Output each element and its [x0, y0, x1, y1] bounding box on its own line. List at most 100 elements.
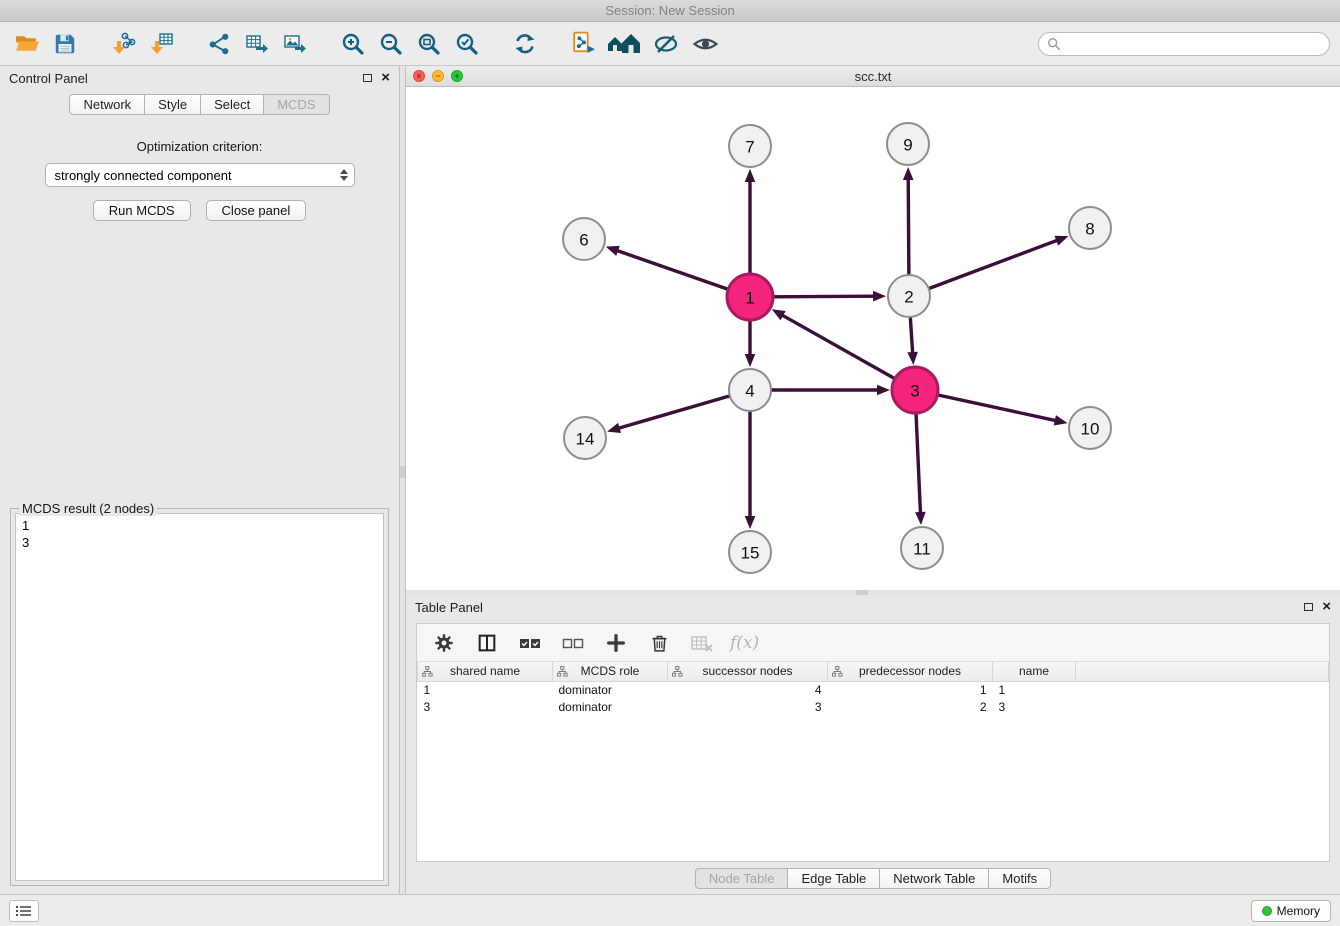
memory-button[interactable]: Memory: [1251, 900, 1331, 922]
import-table-button[interactable]: [144, 27, 178, 61]
gear-icon: [433, 632, 455, 654]
zoom-fit-button[interactable]: [412, 27, 446, 61]
float-panel-icon[interactable]: [363, 74, 372, 82]
graph-edge[interactable]: [745, 320, 756, 367]
tab-style[interactable]: Style: [144, 94, 201, 115]
table-cell[interactable]: 1: [828, 681, 993, 698]
table-cell[interactable]: 4: [668, 681, 828, 698]
graph-edge[interactable]: [907, 317, 918, 365]
graph-node[interactable]: 11: [901, 527, 943, 569]
splitter-grip[interactable]: [400, 466, 405, 478]
export-image-button[interactable]: [278, 27, 312, 61]
delete-column-button[interactable]: [644, 628, 674, 658]
graph-edge[interactable]: [772, 309, 895, 378]
column-header-name[interactable]: name: [993, 662, 1076, 681]
column-header-shared-name[interactable]: shared name: [418, 662, 553, 681]
save-session-button[interactable]: [48, 27, 82, 61]
optimization-criterion-select[interactable]: strongly connected component: [45, 163, 355, 187]
graph-edge[interactable]: [606, 246, 729, 290]
table-cell[interactable]: 3: [668, 698, 828, 715]
graph-node[interactable]: 2: [888, 275, 930, 317]
search-input[interactable]: [1066, 37, 1321, 51]
graph-edge[interactable]: [915, 413, 926, 525]
horizontal-splitter[interactable]: [405, 590, 1340, 595]
graph-node[interactable]: 10: [1069, 407, 1111, 449]
graph-node[interactable]: 1: [727, 274, 773, 320]
graph-edge[interactable]: [903, 167, 914, 275]
delete-table-button[interactable]: [687, 628, 717, 658]
zoom-selected-button[interactable]: [450, 27, 484, 61]
table-cell[interactable]: 2: [828, 698, 993, 715]
tab-network[interactable]: Network: [69, 94, 145, 115]
eye-button[interactable]: [688, 27, 722, 61]
task-history-button[interactable]: [9, 900, 39, 922]
close-panel-button[interactable]: Close panel: [206, 200, 307, 221]
network-share-button[interactable]: [202, 27, 236, 61]
table-cell[interactable]: dominator: [553, 698, 668, 715]
vertical-splitter[interactable]: [400, 66, 405, 894]
column-header-successor-nodes[interactable]: successor nodes: [668, 662, 828, 681]
style-paint-button[interactable]: [650, 27, 684, 61]
close-panel-icon[interactable]: ×: [1322, 601, 1331, 613]
copy-network-view-button[interactable]: [566, 27, 600, 61]
tab-select[interactable]: Select: [200, 94, 264, 115]
table-cell[interactable]: 1: [993, 681, 1076, 698]
table-settings-button[interactable]: [429, 628, 459, 658]
network-graph[interactable]: 7 9 6 8 1 2 4 3 14 10 15 11: [406, 87, 1340, 590]
graph-edge[interactable]: [773, 291, 886, 302]
table-row[interactable]: 1dominator411: [418, 681, 1329, 698]
graph-node[interactable]: 6: [563, 218, 605, 260]
save-icon: [53, 32, 77, 56]
table-cell[interactable]: dominator: [553, 681, 668, 698]
svg-text:3: 3: [910, 382, 919, 401]
houses-icon: [606, 31, 644, 57]
graph-edge[interactable]: [745, 411, 756, 529]
svg-text:6: 6: [579, 231, 588, 250]
tab-mcds[interactable]: MCDS: [263, 94, 329, 115]
zoom-out-button[interactable]: [374, 27, 408, 61]
table-cell[interactable]: 3: [993, 698, 1076, 715]
tab-edge-table[interactable]: Edge Table: [787, 868, 880, 889]
unselect-all-button[interactable]: [558, 628, 588, 658]
open-session-button[interactable]: [10, 27, 44, 61]
function-builder-button[interactable]: f(x): [730, 628, 759, 658]
graph-node[interactable]: 14: [564, 417, 606, 459]
run-mcds-button[interactable]: Run MCDS: [93, 200, 191, 221]
tab-node-table[interactable]: Node Table: [695, 868, 789, 889]
tab-motifs[interactable]: Motifs: [988, 868, 1051, 889]
graph-node[interactable]: 9: [887, 123, 929, 165]
column-header-predecessor-nodes[interactable]: predecessor nodes: [828, 662, 993, 681]
mcds-result-list[interactable]: 13: [15, 513, 384, 881]
table-row[interactable]: 3dominator323: [418, 698, 1329, 715]
graph-edge[interactable]: [607, 396, 730, 433]
create-column-button[interactable]: [601, 628, 631, 658]
table-cell: [1076, 698, 1329, 715]
select-all-button[interactable]: [515, 628, 545, 658]
table-panel-header: Table Panel ×: [406, 595, 1340, 619]
table-cell[interactable]: 3: [418, 698, 553, 715]
graph-edge[interactable]: [937, 395, 1067, 426]
tab-network-table[interactable]: Network Table: [879, 868, 989, 889]
zoom-in-button[interactable]: [336, 27, 370, 61]
graph-edge[interactable]: [771, 385, 890, 396]
network-canvas[interactable]: 7 9 6 8 1 2 4 3 14 10 15 11: [406, 87, 1340, 590]
table-cell[interactable]: 1: [418, 681, 553, 698]
mcds-result-item[interactable]: 3: [22, 534, 377, 551]
graph-node[interactable]: 8: [1069, 207, 1111, 249]
export-table-button[interactable]: [240, 27, 274, 61]
import-network-button[interactable]: [106, 27, 140, 61]
refresh-button[interactable]: [508, 27, 542, 61]
float-panel-icon[interactable]: [1304, 603, 1313, 611]
graph-node[interactable]: 15: [729, 531, 771, 573]
splitter-grip[interactable]: [856, 590, 868, 595]
graph-edge[interactable]: [929, 236, 1069, 289]
graph-edge[interactable]: [745, 169, 756, 274]
show-columns-button[interactable]: [472, 628, 502, 658]
graph-node[interactable]: 4: [729, 369, 771, 411]
mcds-result-item[interactable]: 1: [22, 517, 377, 534]
graph-node[interactable]: 7: [729, 125, 771, 167]
close-panel-icon[interactable]: ×: [381, 72, 390, 84]
column-header-mcds-role[interactable]: MCDS role: [553, 662, 668, 681]
home-button[interactable]: [604, 27, 646, 61]
graph-node[interactable]: 3: [892, 367, 938, 413]
